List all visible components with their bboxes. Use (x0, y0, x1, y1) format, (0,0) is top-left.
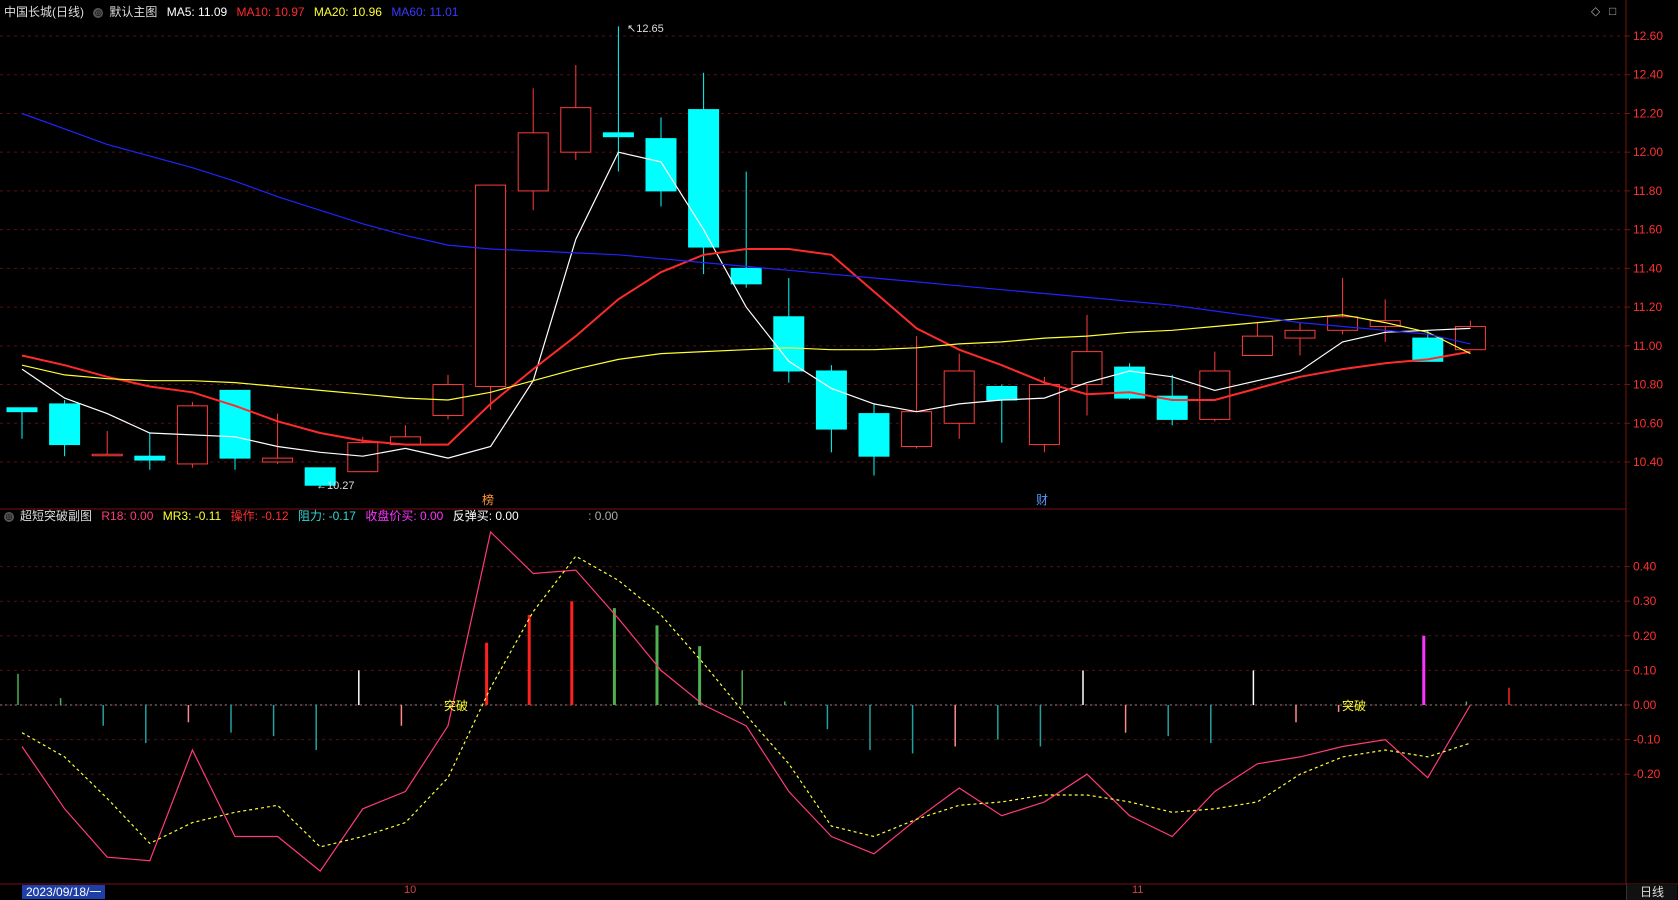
event-marker-left[interactable]: 榜 (482, 491, 494, 508)
candle-body (688, 109, 720, 248)
rebound-buy-label: 反弹买: 0.00 (452, 509, 519, 523)
candle-body (858, 413, 890, 457)
sub-header: ◎ 超短突破副图 R18: 0.00 MR3: -0.11 操作: -0.12 阻… (4, 507, 624, 525)
price-tick-label: 12.00 (1633, 145, 1663, 159)
price-tick-label: 10.40 (1633, 455, 1663, 469)
candle-body (49, 403, 81, 446)
diamond-icon[interactable]: ◇ (1591, 4, 1600, 18)
sub-tick-label: 0.30 (1633, 594, 1657, 608)
main-header: 中国长城(日线) ◎ 默认主图 MA5: 11.09 MA10: 10.97 MA… (4, 3, 464, 21)
sub-tick-label: 0.10 (1633, 663, 1657, 677)
candle (475, 184, 507, 410)
candle-body (986, 385, 1018, 401)
price-tick-label: 10.80 (1633, 378, 1663, 392)
event-marker-right[interactable]: 财 (1036, 491, 1048, 508)
chart-name[interactable]: 默认主图 (109, 5, 157, 19)
ma20-label: MA20: 10.96 (313, 5, 382, 19)
candle-body (1284, 329, 1316, 339)
stock-name[interactable]: 中国长城(日线) (4, 5, 84, 19)
operate-label: 操作: -0.12 (230, 509, 289, 523)
candle (1028, 376, 1060, 453)
window-icon[interactable]: □ (1609, 4, 1616, 18)
price-tick-label: 12.60 (1633, 29, 1663, 43)
candle-body (943, 370, 975, 424)
price-tick-label: 11.20 (1633, 300, 1662, 314)
candle-body (475, 184, 507, 387)
gear-icon[interactable]: ◎ (4, 511, 14, 522)
breakout-signal-left: 突破 (444, 699, 469, 713)
price-tick-label: 12.40 (1633, 68, 1663, 82)
candle-body (91, 453, 123, 457)
sub-title[interactable]: 超短突破副图 (20, 509, 92, 523)
candle-body (6, 407, 38, 413)
month-label-nov: 11 (1132, 884, 1144, 896)
candle-body (730, 267, 762, 285)
price-tick-label: 10.60 (1633, 416, 1663, 430)
candle-body (1241, 335, 1273, 356)
resistance-label: 阻力: -0.17 (297, 509, 356, 523)
sub-tick-label: 0.00 (1633, 698, 1657, 712)
breakout-signal-right: 突破 (1342, 699, 1367, 713)
low-price-label: ←10.27 (316, 480, 355, 492)
candle-body (815, 370, 847, 430)
price-tick-label: 11.60 (1633, 223, 1662, 237)
mr3-label: MR3: -0.11 (162, 509, 222, 523)
candle-body (517, 132, 549, 192)
period-button[interactable]: 日线 (1626, 884, 1677, 900)
sub-tick-label: 0.40 (1633, 560, 1657, 574)
date-tag: 2023/09/18/一 (22, 885, 106, 899)
candle-body (219, 389, 251, 459)
candle-body (645, 138, 677, 192)
candle-body (347, 442, 379, 473)
r18-label: R18: 0.00 (101, 509, 154, 523)
sub-tick-label: -0.20 (1633, 767, 1661, 781)
close-buy-label: 收盘价买: 0.00 (365, 509, 444, 523)
candle-body (1028, 384, 1060, 446)
ma5-label: MA5: 11.09 (166, 5, 228, 19)
candle-body (1327, 316, 1359, 331)
candle-body (1199, 370, 1231, 420)
kline-chart[interactable]: 12.60 12.40 12.20 12.00 11.80 11.60 11.40 11.20… (0, 0, 1678, 900)
candle-body (134, 455, 166, 461)
extra-label: : 0.00 (588, 509, 619, 523)
month-label-oct: 10 (404, 884, 417, 896)
gear-icon[interactable]: ◎ (93, 7, 104, 18)
sub-tick-label: -0.10 (1633, 733, 1661, 747)
candle-body (1454, 325, 1486, 351)
price-tick-label: 11.40 (1633, 261, 1662, 275)
ma60-label: MA60: 11.01 (391, 5, 459, 19)
price-tick-label: 11.80 (1633, 184, 1662, 198)
candle-body (901, 411, 933, 448)
ma10-label: MA10: 10.97 (236, 5, 305, 19)
candle-body (602, 132, 634, 138)
candle-body (773, 316, 805, 372)
candle-body (262, 457, 294, 463)
high-price-label: ↖12.65 (627, 23, 664, 35)
sub-tick-label: 0.20 (1633, 629, 1657, 643)
price-tick-label: 12.20 (1633, 106, 1663, 120)
price-tick-label: 11.00 (1633, 339, 1662, 353)
candle-body (560, 107, 592, 153)
